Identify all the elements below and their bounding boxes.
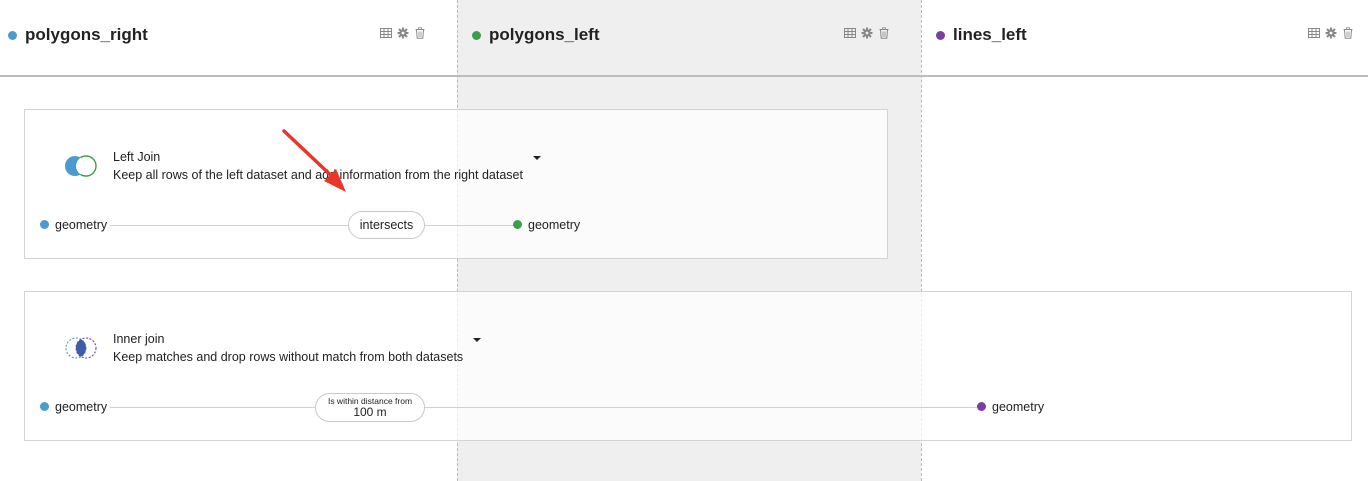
left-column-name[interactable]: geometry — [55, 400, 107, 414]
dataset-header-polygons-right: polygons_right — [8, 22, 148, 48]
header-divider — [0, 75, 1368, 77]
trash-icon[interactable] — [414, 27, 426, 39]
gear-icon[interactable] — [861, 27, 873, 39]
dataset-header-polygons-left: polygons_left — [472, 22, 600, 48]
table-icon[interactable] — [1308, 27, 1320, 39]
gear-icon[interactable] — [397, 27, 409, 39]
join-type-title[interactable]: Left Join — [113, 150, 160, 164]
join-card-left-join — [24, 109, 888, 259]
gear-icon[interactable] — [1325, 27, 1337, 39]
dataset-tools — [380, 27, 426, 39]
left-column-dot — [40, 402, 49, 411]
right-column-dot — [513, 220, 522, 229]
left-column-dot — [40, 220, 49, 229]
right-column-dot — [977, 402, 986, 411]
join-type-dropdown-caret[interactable] — [533, 156, 541, 160]
join-type-description: Keep matches and drop rows without match… — [113, 350, 464, 364]
annotation-arrow-icon — [282, 129, 346, 192]
join-type-title[interactable]: Inner join — [113, 332, 164, 346]
join-operator-pill[interactable]: intersects — [348, 211, 425, 239]
join-distance-value: 100 m — [353, 404, 387, 419]
join-condition-line — [110, 407, 978, 408]
left-join-icon[interactable] — [64, 154, 98, 178]
dataset-name: lines_left — [953, 25, 1027, 44]
dataset-color-dot — [472, 30, 481, 40]
dataset-name: polygons_right — [25, 25, 148, 44]
right-column-name[interactable]: geometry — [528, 218, 580, 232]
dataset-name: polygons_left — [489, 25, 600, 44]
join-operator-pill[interactable]: Is within distance from 100 m — [315, 393, 425, 422]
table-icon[interactable] — [844, 27, 856, 39]
dataset-tools — [1308, 27, 1354, 39]
left-column-name[interactable]: geometry — [55, 218, 107, 232]
trash-icon[interactable] — [878, 27, 890, 39]
dataset-header-lines-left: lines_left — [936, 22, 1027, 48]
right-column-name[interactable]: geometry — [992, 400, 1044, 414]
join-condition-line — [110, 225, 515, 226]
join-card-inner-join — [24, 291, 1352, 441]
trash-icon[interactable] — [1342, 27, 1354, 39]
join-type-dropdown-caret[interactable] — [473, 338, 481, 342]
dataset-tools — [844, 27, 890, 39]
dataset-color-dot — [936, 30, 945, 40]
join-editor: polygons_right polygons_left lines_left … — [0, 0, 1368, 481]
inner-join-icon[interactable] — [64, 336, 98, 360]
dataset-color-dot — [8, 30, 17, 40]
table-icon[interactable] — [380, 27, 392, 39]
